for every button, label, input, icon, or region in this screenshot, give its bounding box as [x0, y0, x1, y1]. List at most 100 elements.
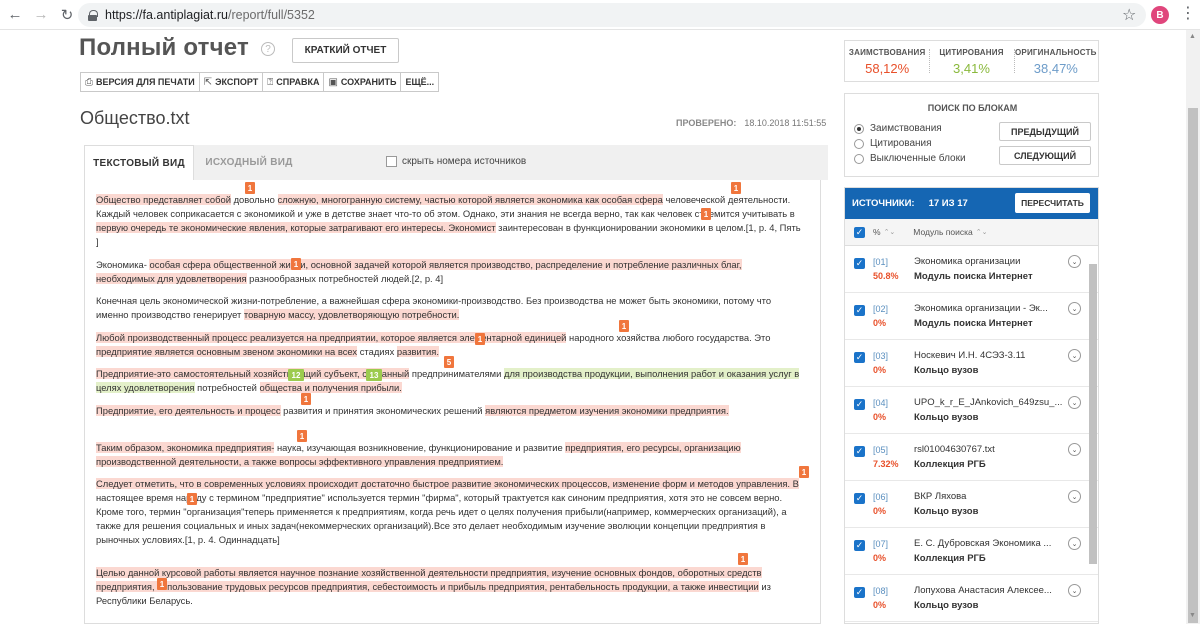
- source-row[interactable]: ✓ [02] 0% Экономика организации - Эк... Моду…: [845, 293, 1098, 340]
- source-row[interactable]: ✓ [03] 0% Носкевич И.Н. 4СЭЗ-3.11 Кольцо вуз…: [845, 340, 1098, 387]
- pct-column-header[interactable]: %: [873, 227, 881, 237]
- chevron-down-icon[interactable]: ⌄: [1068, 490, 1081, 503]
- source-name[interactable]: Носкевич И.Н. 4СЭЗ-3.11: [914, 350, 1064, 361]
- source-row[interactable]: ✓ [01] 50.8% Экономика организации Модуль по…: [845, 246, 1098, 293]
- borrowed-fragment[interactable]: Предприятие-это самостоятельный хозяйств…: [96, 368, 410, 379]
- source-marker[interactable]: 1: [731, 182, 741, 194]
- bookmark-star-icon[interactable]: ☆: [1122, 5, 1136, 25]
- source-number[interactable]: [07]: [873, 539, 888, 549]
- chevron-down-icon[interactable]: ⌄: [1068, 302, 1081, 315]
- borrowed-fragment[interactable]: предприятие является основным звеном эко…: [96, 346, 358, 358]
- borrowed-fragment[interactable]: сложную, многогранную систему, частью ко…: [277, 194, 663, 205]
- source-checkbox[interactable]: ✓: [854, 399, 865, 410]
- source-marker[interactable]: 1: [701, 208, 711, 220]
- source-row[interactable]: ✓ [08] 0% Лопухова Анастасия Алексее... Коль…: [845, 575, 1098, 622]
- source-name[interactable]: Экономика организации: [914, 256, 1064, 267]
- borrowed-fragment[interactable]: Общество представляет собой: [96, 194, 231, 205]
- scroll-down-icon[interactable]: ▼: [1189, 612, 1196, 619]
- borrowed-fragment[interactable]: Целью данной курсовой работы является на…: [96, 567, 676, 578]
- back-arrow-icon[interactable]: ←: [4, 4, 26, 26]
- borrowed-fragment[interactable]: Предприятие, его деятельность и процесс: [96, 405, 281, 416]
- scrollbar-thumb[interactable]: [1188, 108, 1198, 623]
- source-checkbox[interactable]: ✓: [854, 352, 865, 363]
- select-all-checkbox[interactable]: ✓: [854, 226, 865, 238]
- more-button[interactable]: ЕЩЁ...: [400, 72, 440, 92]
- source-name[interactable]: Е. С. Дубровская Экономика ...: [914, 538, 1064, 549]
- sources-scrollbar[interactable]: [1089, 264, 1097, 564]
- source-marker[interactable]: 1: [297, 430, 307, 442]
- borrowed-fragment[interactable]: Следует отметить, что в современных усло…: [96, 478, 799, 489]
- source-marker[interactable]: 5: [444, 356, 454, 368]
- source-marker[interactable]: 1: [187, 493, 197, 505]
- source-row[interactable]: ✓ [07] 0% Е. С. Дубровская Экономика ... Кол…: [845, 528, 1098, 575]
- reload-icon[interactable]: ↻: [56, 4, 78, 26]
- source-marker[interactable]: 1: [301, 393, 311, 405]
- source-checkbox[interactable]: ✓: [854, 540, 865, 551]
- source-checkbox[interactable]: ✓: [854, 587, 865, 598]
- radio-disabled-blocks[interactable]: Выключенные блоки: [854, 153, 966, 164]
- source-name[interactable]: ВКР Ляхова: [914, 491, 1064, 502]
- source-name[interactable]: rsl01004630767.txt: [914, 444, 1064, 455]
- citation-marker[interactable]: 13: [366, 369, 382, 381]
- source-checkbox[interactable]: ✓: [854, 305, 865, 316]
- radio-citations[interactable]: Цитирования: [854, 138, 932, 149]
- source-name[interactable]: Экономика организации - Эк...: [914, 303, 1064, 314]
- hide-numbers-checkbox[interactable]: [386, 156, 397, 167]
- tab-source-view[interactable]: ИСХОДНЫЙ ВИД: [194, 145, 304, 180]
- borrowed-fragment[interactable]: первую очередь те экономические явления,…: [96, 222, 496, 234]
- save-button[interactable]: ▣ СОХРАНИТЬ: [323, 72, 402, 92]
- source-marker[interactable]: 1: [475, 333, 485, 345]
- next-block-button[interactable]: СЛЕДУЮЩИЙ: [999, 146, 1091, 165]
- source-row[interactable]: ✓ [06] 0% ВКР Ляхова Кольцо вузов ⌄: [845, 481, 1098, 528]
- source-marker[interactable]: 1: [619, 320, 629, 332]
- profile-avatar[interactable]: B: [1151, 6, 1169, 24]
- source-marker[interactable]: 1: [291, 258, 301, 270]
- chevron-down-icon[interactable]: ⌄: [1068, 584, 1081, 597]
- source-checkbox[interactable]: ✓: [854, 493, 865, 504]
- tab-text-view[interactable]: ТЕКСТОВЫЙ ВИД: [84, 145, 194, 180]
- sort-icon[interactable]: ⌃⌄: [976, 228, 988, 236]
- borrowed-fragment[interactable]: развития.: [396, 346, 439, 358]
- radio-borrowed[interactable]: Заимствования: [854, 123, 942, 134]
- radio-dot[interactable]: [854, 153, 864, 164]
- borrowed-fragment[interactable]: Любой производственный процесс реализует…: [96, 332, 567, 343]
- source-number[interactable]: [06]: [873, 492, 888, 502]
- forward-arrow-icon[interactable]: →: [30, 4, 52, 26]
- source-number[interactable]: [03]: [873, 351, 888, 361]
- help-button[interactable]: ⍰ СПРАВКА: [262, 72, 325, 92]
- source-row[interactable]: ✓ [04] 0% UPO_k_r_E_JAnkovich_649zsu_... Кол…: [845, 387, 1098, 434]
- source-number[interactable]: [02]: [873, 304, 888, 314]
- previous-block-button[interactable]: ПРЕДЫДУЩИЙ: [999, 122, 1091, 141]
- export-button[interactable]: ⇱ ЭКСПОРТ: [198, 72, 264, 92]
- browser-menu-icon[interactable]: ⋮: [1180, 6, 1196, 22]
- help-icon[interactable]: ?: [261, 42, 275, 56]
- source-marker[interactable]: 1: [157, 578, 167, 590]
- source-number[interactable]: [08]: [873, 586, 888, 596]
- chevron-down-icon[interactable]: ⌄: [1068, 537, 1081, 550]
- source-name[interactable]: UPO_k_r_E_JAnkovich_649zsu_...: [914, 397, 1064, 408]
- address-bar[interactable]: https://fa.antiplagiat.ru/report/full/53…: [78, 3, 1146, 27]
- source-checkbox[interactable]: ✓: [854, 258, 865, 269]
- source-number[interactable]: [04]: [873, 398, 888, 408]
- source-marker[interactable]: 1: [799, 466, 809, 478]
- source-number[interactable]: [01]: [873, 257, 888, 267]
- radio-dot[interactable]: [854, 123, 864, 134]
- borrowed-fragment[interactable]: являются предметом изучения экономики пр…: [485, 405, 729, 416]
- sort-icon[interactable]: ⌃⌄: [884, 228, 896, 236]
- source-marker[interactable]: 1: [245, 182, 255, 194]
- source-checkbox[interactable]: ✓: [854, 446, 865, 457]
- chevron-down-icon[interactable]: ⌄: [1068, 443, 1081, 456]
- hide-source-numbers-toggle[interactable]: скрыть номера источников: [386, 156, 526, 167]
- page-scrollbar[interactable]: ▲ ▼: [1186, 30, 1200, 624]
- chevron-down-icon[interactable]: ⌄: [1068, 255, 1081, 268]
- chevron-down-icon[interactable]: ⌄: [1068, 396, 1081, 409]
- short-report-button[interactable]: КРАТКИЙ ОТЧЕТ: [292, 38, 399, 63]
- borrowed-fragment[interactable]: товарную массу, удовлетворяющую потребно…: [243, 309, 460, 321]
- source-name[interactable]: Лопухова Анастасия Алексее...: [914, 585, 1064, 596]
- source-row[interactable]: ✓ [05] 7.32% rsl01004630767.txt Коллекция РГ…: [845, 434, 1098, 481]
- source-marker[interactable]: 1: [738, 553, 748, 565]
- source-number[interactable]: [05]: [873, 445, 888, 455]
- module-column-header[interactable]: Модуль поиска: [913, 227, 972, 237]
- chevron-down-icon[interactable]: ⌄: [1068, 349, 1081, 362]
- borrowed-fragment[interactable]: Таким образом, экономика предприятия-: [96, 442, 275, 453]
